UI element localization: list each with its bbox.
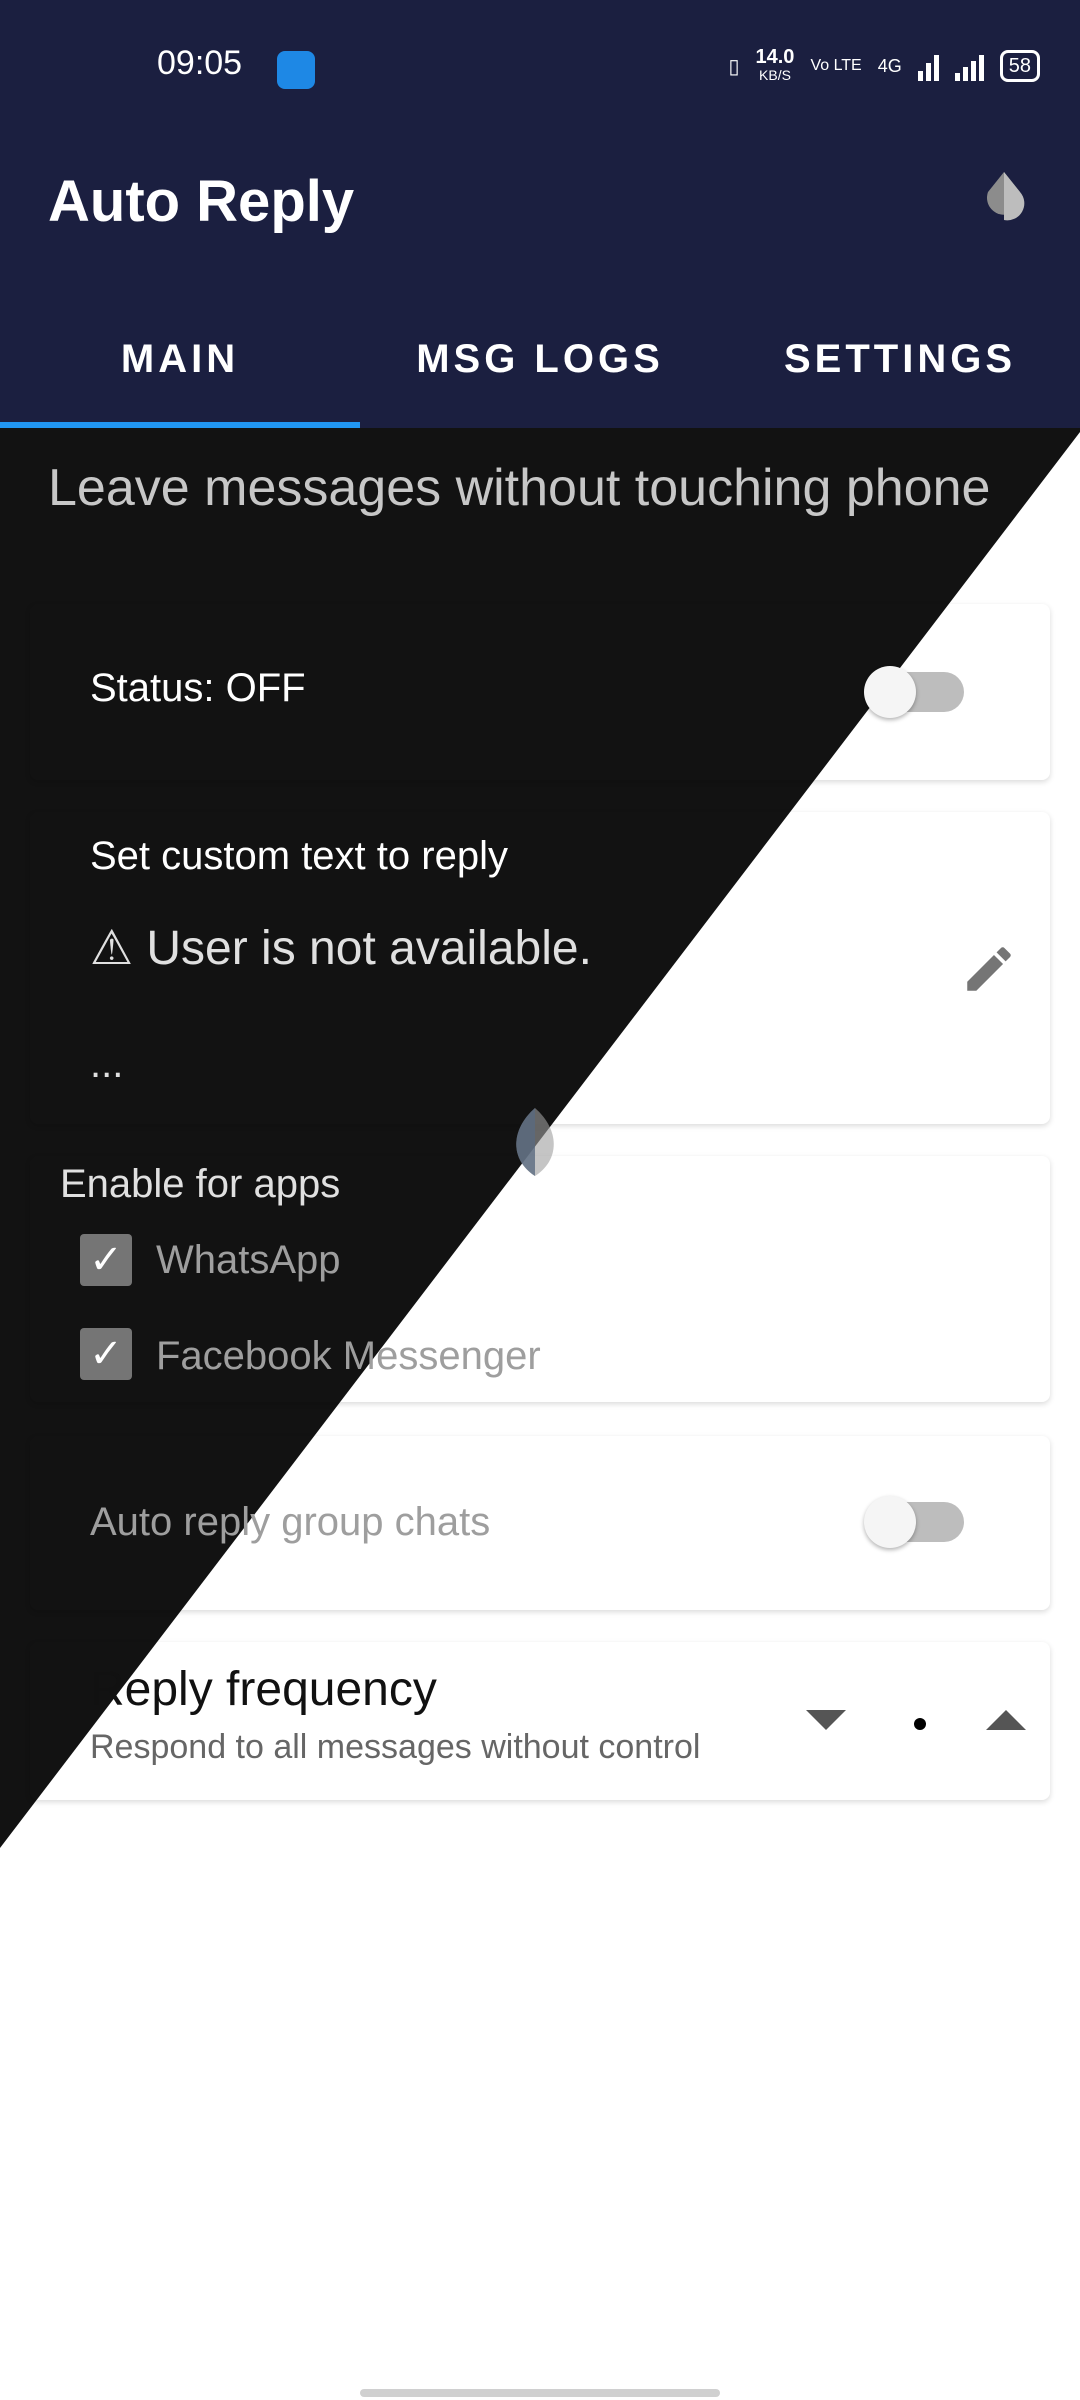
network-speed-unit: KB/S	[759, 67, 791, 83]
main-subtitle: Leave messages without touching phone	[48, 459, 991, 517]
messenger-label: Facebook Messenger	[156, 1334, 541, 1378]
battery-icon: 58	[999, 50, 1040, 82]
custom-text-title: Set custom text to reply	[90, 834, 508, 878]
frequency-dot	[914, 1718, 926, 1730]
enable-apps-title: Enable for apps	[60, 1162, 341, 1206]
status-label: Status: OFF	[90, 666, 306, 710]
app-title: Auto Reply	[48, 169, 355, 234]
enable-apps-card: Enable for apps ✓ WhatsApp ✓ Facebook Me…	[30, 1156, 1050, 1402]
whatsapp-label: WhatsApp	[156, 1238, 341, 1282]
group-chats-card: Auto reply group chats	[30, 1436, 1050, 1610]
switch-knob	[864, 666, 916, 718]
pencil-icon[interactable]	[960, 940, 1018, 998]
status-card: Status: OFF	[30, 604, 1050, 780]
status-icons: ▯ 14.0 KB/S Vo LTE 4G 58	[728, 46, 1040, 84]
tab-main[interactable]: MAIN	[0, 290, 360, 428]
tab-settings[interactable]: SETTINGS	[720, 290, 1080, 428]
group-chats-label: Auto reply group chats	[90, 1500, 491, 1544]
gesture-nav-handle[interactable]	[360, 2389, 720, 2397]
custom-text-ellipsis: ...	[90, 1042, 124, 1086]
vibrate-icon: ▯	[728, 55, 740, 78]
messenger-checkbox[interactable]: ✓	[80, 1328, 132, 1380]
tab-bar: MAIN MSG LOGS SETTINGS	[0, 290, 1080, 428]
android-notification-icon	[277, 51, 315, 89]
custom-text-value: ⚠ User is not available.	[90, 922, 592, 975]
volte-label: Vo LTE	[810, 57, 862, 74]
status-bar: 09:05 ▯ 14.0 KB/S Vo LTE 4G 58	[0, 0, 1080, 140]
signal-icon-2	[954, 51, 984, 81]
whatsapp-checkbox[interactable]: ✓	[80, 1234, 132, 1286]
switch-knob	[864, 1496, 916, 1548]
group-chats-switch[interactable]	[864, 1496, 964, 1548]
status-switch[interactable]	[864, 666, 964, 718]
app-bar: Auto Reply	[0, 140, 1080, 290]
theme-drop-overlay-icon	[516, 1108, 554, 1176]
tab-msg-logs[interactable]: MSG LOGS	[360, 290, 720, 428]
reply-frequency-subtitle: Respond to all messages without control	[90, 1728, 701, 1766]
network-type: 4G	[877, 55, 902, 76]
custom-text-card[interactable]: Set custom text to reply ⚠ User is not a…	[30, 812, 1050, 1124]
reply-frequency-card: Reply frequency Respond to all messages …	[30, 1642, 1050, 1800]
arrow-down-icon[interactable]	[806, 1710, 846, 1734]
reply-frequency-title: Reply frequency	[90, 1663, 437, 1716]
signal-icon	[917, 51, 939, 81]
network-speed: 14.0 KB/S	[755, 46, 795, 84]
theme-toggle-drop-icon[interactable]	[976, 168, 1032, 224]
status-time: 09:05	[157, 44, 243, 82]
arrow-up-icon[interactable]	[986, 1710, 1026, 1734]
network-speed-value: 14.0	[755, 46, 795, 68]
